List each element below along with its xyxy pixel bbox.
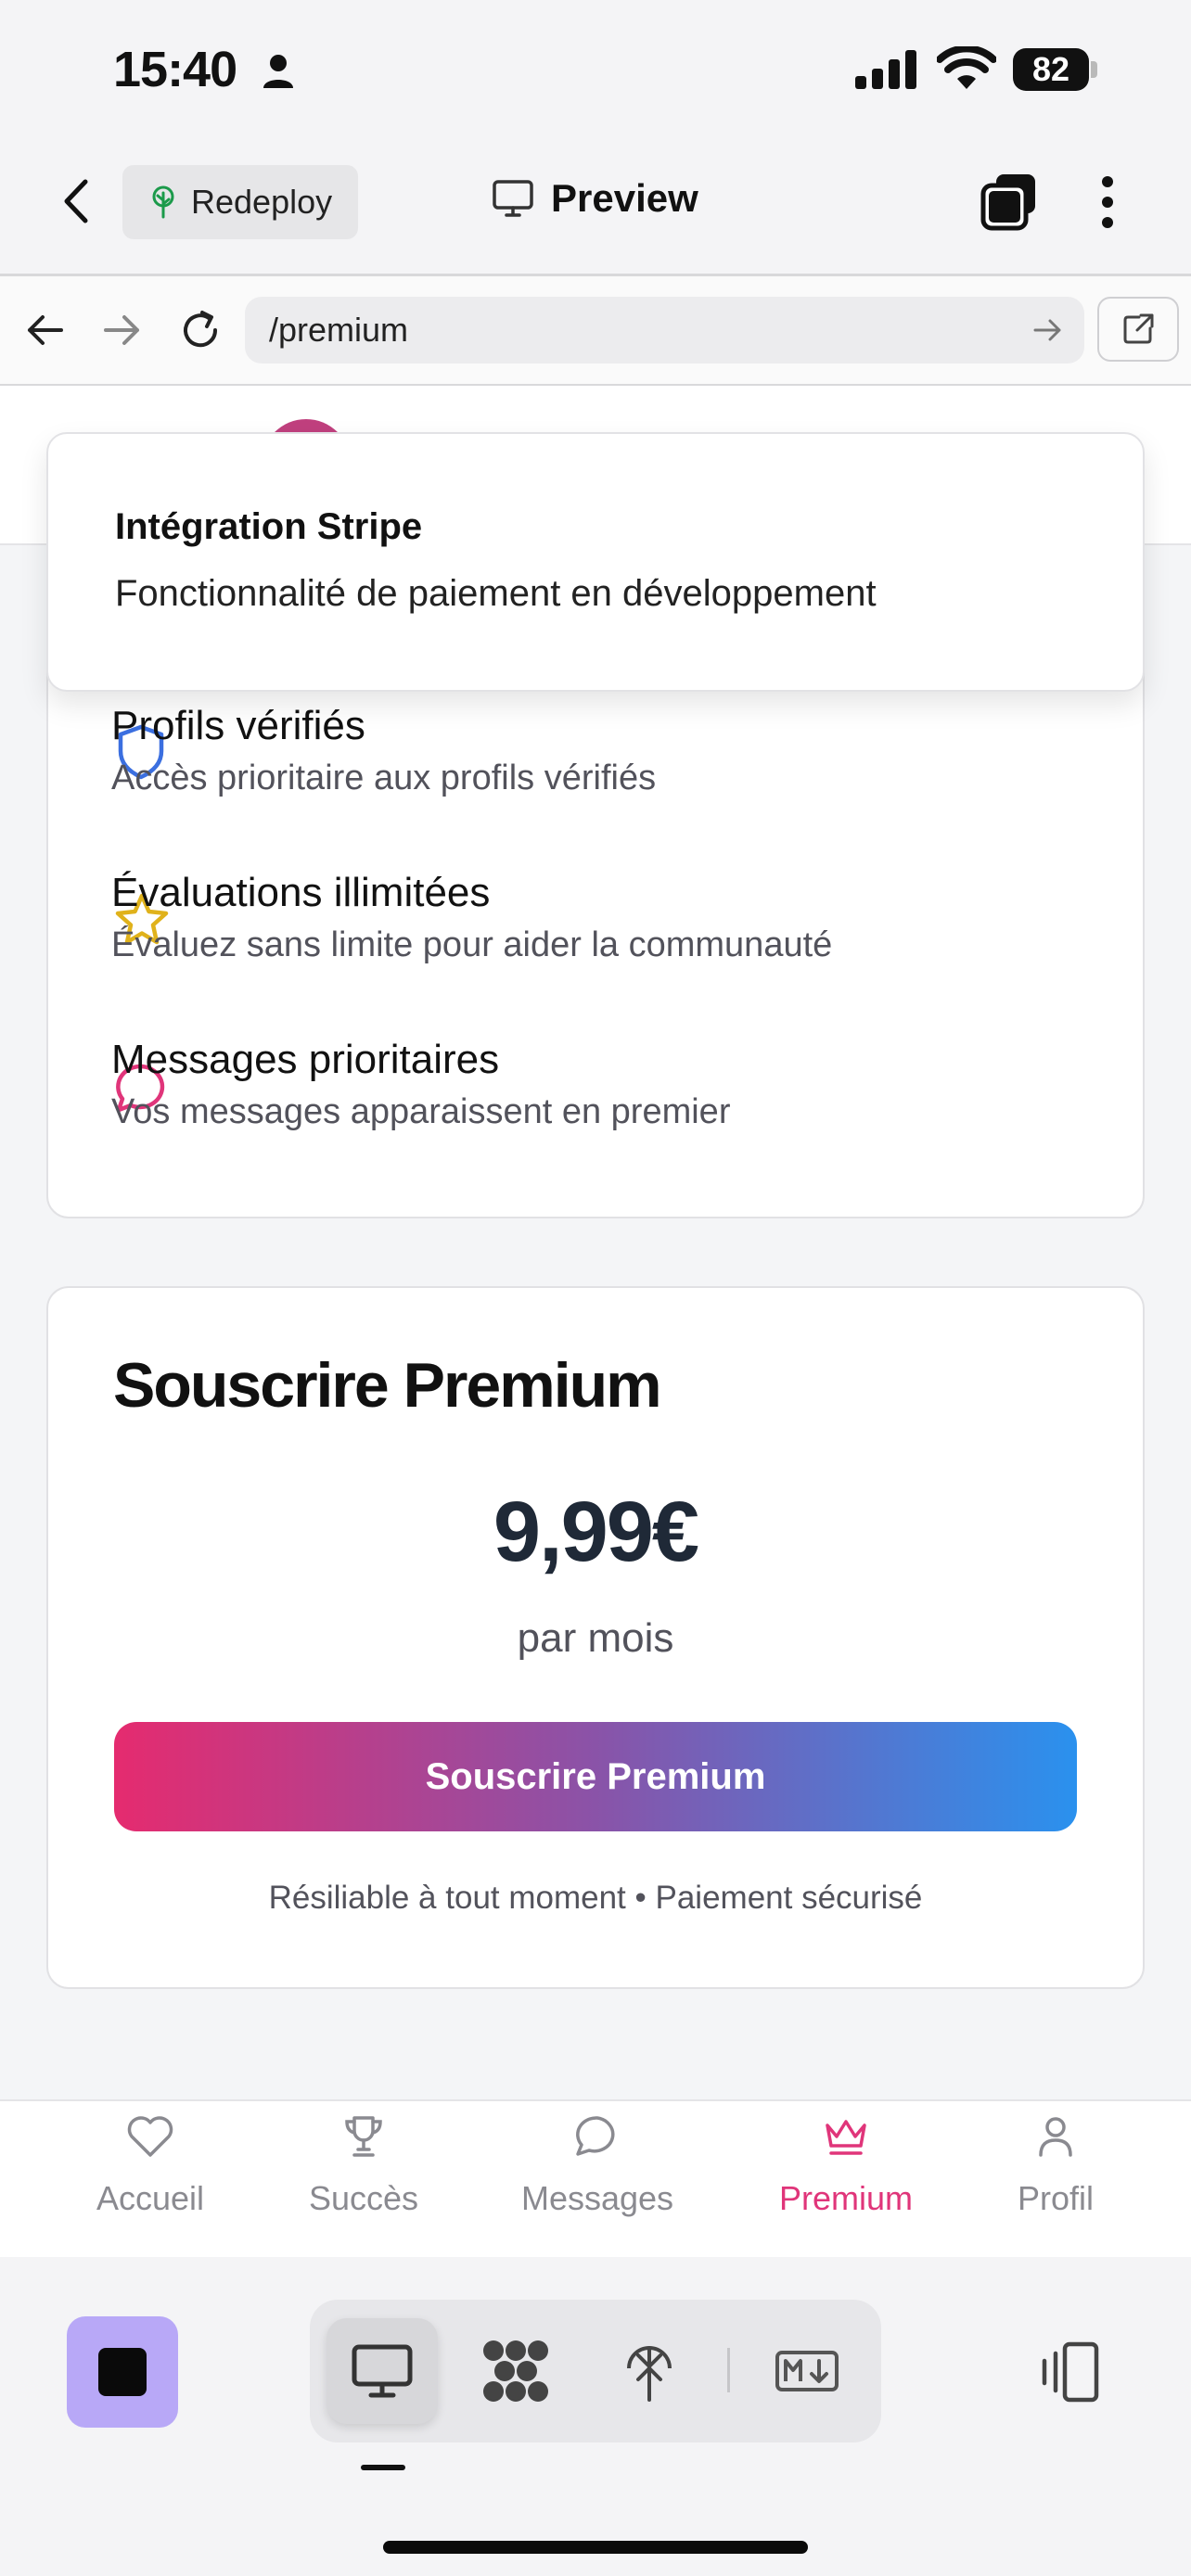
price-period: par mois: [517, 1615, 674, 1661]
workflow-view-button[interactable]: [460, 2318, 571, 2424]
tree-icon: [148, 185, 178, 219]
redeploy-button[interactable]: Redeploy: [122, 165, 358, 239]
monitor-icon: [492, 179, 534, 218]
tab-messages[interactable]: Messages: [495, 2114, 699, 2218]
feature-description: Vos messages apparaissent en premier: [111, 1092, 731, 1131]
tab-label: Accueil: [96, 2179, 205, 2217]
battery-tip: [1091, 61, 1097, 78]
signal-icon: [855, 50, 918, 89]
device-rotate-icon[interactable]: [1035, 2340, 1102, 2404]
tab-label: Succès: [308, 2179, 419, 2217]
tree-icon: [621, 2339, 677, 2404]
windows-icon[interactable]: [980, 171, 1041, 232]
crown-icon: [822, 2114, 870, 2159]
user-icon: [1031, 2114, 1080, 2159]
preview-tab[interactable]: Preview: [492, 176, 698, 221]
battery-indicator: 82: [1013, 48, 1089, 91]
subscribe-button[interactable]: Souscrire Premium: [114, 1722, 1077, 1831]
deploy-view-button[interactable]: [594, 2318, 705, 2424]
reload-icon[interactable]: [178, 308, 223, 352]
feature-item: Profils vérifiés Accès prioritaire aux p…: [111, 703, 1095, 798]
divider: [727, 2348, 730, 2392]
feature-title: Messages prioritaires: [111, 1037, 500, 1082]
toast-description: Fonctionnalité de paiement en développem…: [115, 573, 877, 614]
url-go-icon[interactable]: [1033, 317, 1063, 343]
stop-icon: [98, 2348, 147, 2396]
tab-accueil[interactable]: Accueil: [48, 2114, 252, 2218]
feature-title: Profils vérifiés: [111, 703, 365, 748]
wifi-icon: [937, 46, 996, 91]
person-icon: [262, 54, 295, 89]
active-view-indicator: [361, 2465, 405, 2470]
browser-forward-icon[interactable]: [102, 312, 143, 349]
back-button[interactable]: [58, 176, 95, 226]
tab-label: Messages: [520, 2179, 674, 2217]
stop-button[interactable]: [67, 2316, 178, 2428]
monitor-icon: [351, 2343, 414, 2399]
trophy-icon: [339, 2114, 388, 2159]
open-external-button[interactable]: [1097, 297, 1179, 362]
status-time: 15:40: [113, 42, 237, 97]
toast-notification: [46, 432, 1145, 692]
subscription-title: Souscrire Premium: [113, 1350, 662, 1421]
feature-item: Évaluations illimitées Évaluez sans limi…: [111, 870, 1095, 965]
message-icon: [573, 2114, 621, 2159]
more-options-icon[interactable]: [1096, 174, 1119, 230]
tab-profil[interactable]: Profil: [954, 2114, 1158, 2218]
feature-description: Évaluez sans limite pour aider la commun…: [111, 925, 833, 964]
home-indicator: [383, 2541, 808, 2554]
browser-back-icon[interactable]: [24, 312, 65, 349]
redeploy-label: Redeploy: [191, 183, 333, 221]
feature-title: Évaluations illimitées: [111, 870, 491, 915]
preview-view-button[interactable]: [327, 2318, 438, 2424]
feature-item: Messages prioritaires Vos messages appar…: [111, 1037, 1095, 1132]
toast-title: Intégration Stripe: [115, 506, 423, 547]
url-input[interactable]: /premium: [245, 297, 1084, 363]
tab-succes[interactable]: Succès: [262, 2114, 466, 2218]
subscription-note: Résiliable à tout moment • Paiement sécu…: [268, 1880, 923, 1916]
markdown-icon: [775, 2350, 839, 2392]
url-text: /premium: [269, 311, 409, 349]
price: 9,99€: [493, 1485, 699, 1579]
feature-description: Accès prioritaire aux profils vérifiés: [111, 759, 657, 797]
tab-label: Profil: [1017, 2179, 1095, 2217]
tab-label: Premium: [778, 2179, 914, 2217]
heart-icon: [126, 2114, 174, 2159]
markdown-view-button[interactable]: [751, 2318, 863, 2424]
preview-label: Preview: [551, 176, 698, 220]
external-link-icon: [1121, 312, 1156, 347]
tab-premium[interactable]: Premium: [744, 2114, 948, 2218]
grid-icon: [480, 2338, 551, 2404]
